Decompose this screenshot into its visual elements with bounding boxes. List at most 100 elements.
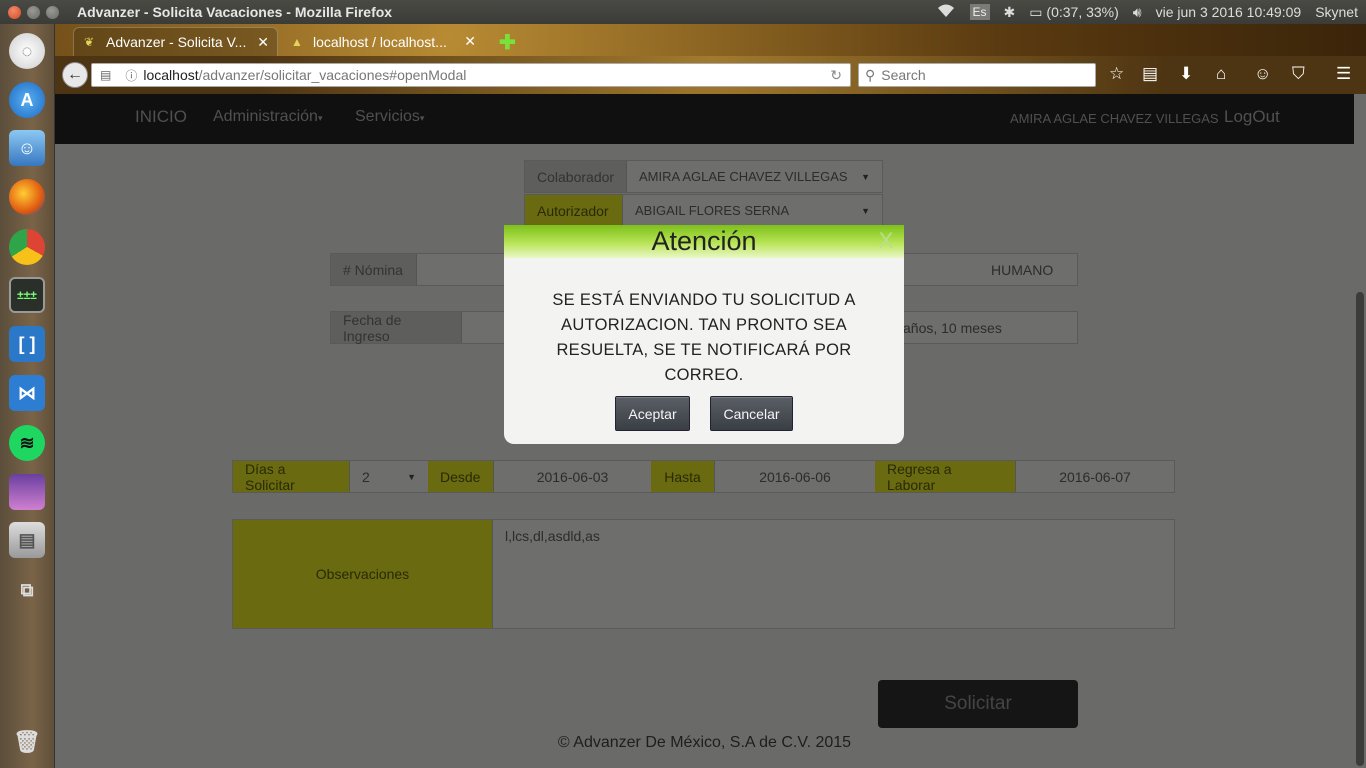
- nav-user-name[interactable]: AMIRA AGLAE CHAVEZ VILLEGAS: [1010, 111, 1219, 126]
- autorizador-label: Autorizador: [525, 195, 623, 226]
- nav-servicios[interactable]: Servicios▾: [355, 108, 424, 126]
- observaciones-textarea[interactable]: l,lcs,dl,asdld,as: [493, 520, 1174, 628]
- workspaces-icon[interactable]: [9, 474, 45, 510]
- modal-title: Atención: [651, 226, 757, 256]
- hello-icon[interactable]: ☺: [1254, 64, 1271, 84]
- spotify-icon[interactable]: ≋: [9, 425, 45, 461]
- scrollbar-thumb[interactable]: [1356, 292, 1364, 766]
- app-nav-bar: INICIO Administración▾ Servicios▾ AMIRA …: [55, 94, 1354, 144]
- colaborador-label: Colaborador: [525, 161, 627, 192]
- pocket-icon[interactable]: ⛉: [1292, 64, 1305, 84]
- arrow-left-icon: ←: [67, 66, 83, 83]
- brackets-icon[interactable]: [ ]: [9, 326, 45, 362]
- fecha-ingreso-label: Fecha de Ingreso: [331, 312, 462, 344]
- session-menu[interactable]: Skynet: [1315, 4, 1358, 20]
- dias-select[interactable]: 2 ▼: [350, 461, 428, 492]
- observaciones-group: Observaciones l,lcs,dl,asdld,as: [232, 519, 1175, 629]
- chrome-icon[interactable]: [9, 229, 45, 265]
- tab-label: localhost / localhost...: [313, 33, 447, 50]
- colaborador-group: Colaborador AMIRA AGLAE CHAVEZ VILLEGAS ▼: [524, 160, 883, 193]
- maximize-window-button[interactable]: [46, 5, 59, 19]
- search-icon: ⚲: [865, 66, 876, 83]
- trash-icon[interactable]: 🗑︎: [9, 724, 45, 760]
- tab-advanzer[interactable]: ❦ Advanzer - Solicita V... ✕: [73, 27, 278, 56]
- bookmarks-list-icon[interactable]: ▤: [1142, 64, 1158, 84]
- nav-administracion-label: Administración: [213, 108, 318, 125]
- page-scrollbar[interactable]: [1354, 94, 1366, 768]
- phpmyadmin-favicon-icon: ▲: [291, 34, 303, 49]
- window-title: Advanzer - Solicita Vacaciones - Mozilla…: [77, 4, 393, 20]
- os-indicators: Es ✱ ▭ (0:37, 33%) 🔊︎ vie jun 3 2016 10:…: [936, 0, 1358, 24]
- cancel-button[interactable]: Cancelar: [710, 396, 793, 431]
- reload-icon[interactable]: ↻: [830, 67, 842, 84]
- app-launcher: ◌ A ☺ ±±± [ ] ⋈ ≋ ▤ ⧉ 🗑︎: [0, 24, 55, 768]
- nav-logout[interactable]: LogOut: [1224, 107, 1280, 127]
- nav-administracion[interactable]: Administración▾: [213, 108, 322, 126]
- dash-home-icon[interactable]: ◌: [9, 33, 45, 69]
- browser-nav-bar: ← ▤ ⓘ localhost/advanzer/solicitar_vacac…: [55, 56, 1366, 94]
- wifi-icon[interactable]: [936, 3, 956, 22]
- autorizador-value: ABIGAIL FLORES SERNA: [635, 203, 790, 218]
- minimize-window-button[interactable]: [27, 5, 40, 19]
- tab-phpmyadmin[interactable]: ▲ localhost / localhost... ✕: [281, 27, 484, 56]
- terminal-icon[interactable]: ±±±: [9, 277, 45, 313]
- close-window-button[interactable]: [8, 5, 21, 19]
- url-bar[interactable]: ▤ ⓘ localhost/advanzer/solicitar_vacacio…: [91, 63, 851, 87]
- menu-icon[interactable]: ☰: [1336, 64, 1351, 84]
- desde-label: Desde: [428, 461, 494, 492]
- close-tab-icon[interactable]: ✕: [464, 33, 476, 50]
- site-info-icon[interactable]: ⓘ: [125, 67, 137, 84]
- dias-label: Días a Solicitar: [233, 461, 350, 493]
- favicon-icon: ❦: [84, 35, 95, 49]
- browser-tab-strip: ❦ Advanzer - Solicita V... ✕ ▲ localhost…: [55, 24, 1366, 56]
- footer-copyright: © Advanzer De México, S.A de C.V. 2015: [557, 734, 852, 751]
- search-bar[interactable]: ⚲ Search: [858, 63, 1096, 87]
- regresa-input[interactable]: 2016-06-07: [1016, 461, 1174, 492]
- colaborador-value: AMIRA AGLAE CHAVEZ VILLEGAS: [639, 169, 848, 184]
- search-placeholder: Search: [881, 67, 926, 83]
- colaborador-select[interactable]: AMIRA AGLAE CHAVEZ VILLEGAS ▼: [627, 161, 882, 192]
- fechas-group: Días a Solicitar 2 ▼ Desde 2016-06-03 Has…: [232, 460, 1175, 493]
- new-tab-icon[interactable]: ✚: [499, 30, 516, 55]
- accept-button[interactable]: Aceptar: [615, 396, 690, 431]
- dias-value: 2: [362, 468, 370, 485]
- window-spread-icon[interactable]: ⧉: [9, 572, 45, 608]
- window-controls: [8, 5, 59, 19]
- bookmark-star-icon[interactable]: ☆: [1109, 64, 1124, 84]
- hasta-input[interactable]: 2016-06-06: [715, 461, 875, 492]
- back-button[interactable]: ←: [62, 62, 88, 88]
- caret-down-icon: ▼: [407, 471, 416, 482]
- observaciones-label: Observaciones: [233, 520, 493, 628]
- modal-close-button[interactable]: X: [874, 229, 898, 253]
- nav-inicio[interactable]: INICIO: [135, 107, 187, 127]
- downloads-icon[interactable]: ⬇: [1179, 64, 1193, 84]
- modal-message: SE ESTÁ ENVIANDO TU SOLICITUD A AUTORIZA…: [552, 291, 856, 384]
- software-center-icon[interactable]: A: [9, 82, 45, 118]
- keyboard-layout-indicator[interactable]: Es: [969, 4, 990, 20]
- confirmation-modal: Atención X SE ESTÁ ENVIANDO TU SOLICITUD…: [504, 225, 904, 444]
- session-user: Skynet: [1315, 4, 1358, 20]
- modal-header: Atención: [504, 225, 904, 258]
- disk-drive-icon[interactable]: ▤: [9, 522, 45, 558]
- reader-view-icon[interactable]: ▤: [100, 68, 111, 82]
- vscode-icon[interactable]: ⋈: [9, 375, 45, 411]
- nomina-label: # Nómina: [331, 254, 417, 285]
- solicitar-button[interactable]: Solicitar: [878, 680, 1078, 728]
- caret-down-icon: ▼: [861, 171, 870, 182]
- finder-icon[interactable]: ☺: [9, 130, 45, 166]
- clock[interactable]: vie jun 3 2016 10:49:09: [1156, 4, 1302, 20]
- desde-input[interactable]: 2016-06-03: [494, 461, 651, 492]
- battery-status: (0:37, 33%): [1046, 3, 1119, 20]
- chevron-down-icon: ▾: [317, 113, 323, 123]
- tab-label: Advanzer - Solicita V...: [106, 34, 247, 50]
- autorizador-select[interactable]: ABIGAIL FLORES SERNA ▼: [623, 195, 882, 226]
- close-tab-icon[interactable]: ✕: [257, 34, 269, 51]
- hasta-label: Hasta: [651, 461, 715, 492]
- home-icon[interactable]: ⌂: [1216, 64, 1226, 84]
- firefox-icon[interactable]: [9, 179, 45, 215]
- volume-icon[interactable]: 🔊︎: [1133, 4, 1142, 21]
- battery-indicator[interactable]: ▭ (0:37, 33%): [1029, 4, 1119, 21]
- area-value: HUMANO: [991, 261, 1054, 278]
- chevron-down-icon: ▾: [419, 113, 425, 123]
- bluetooth-icon[interactable]: ✱: [1004, 4, 1016, 21]
